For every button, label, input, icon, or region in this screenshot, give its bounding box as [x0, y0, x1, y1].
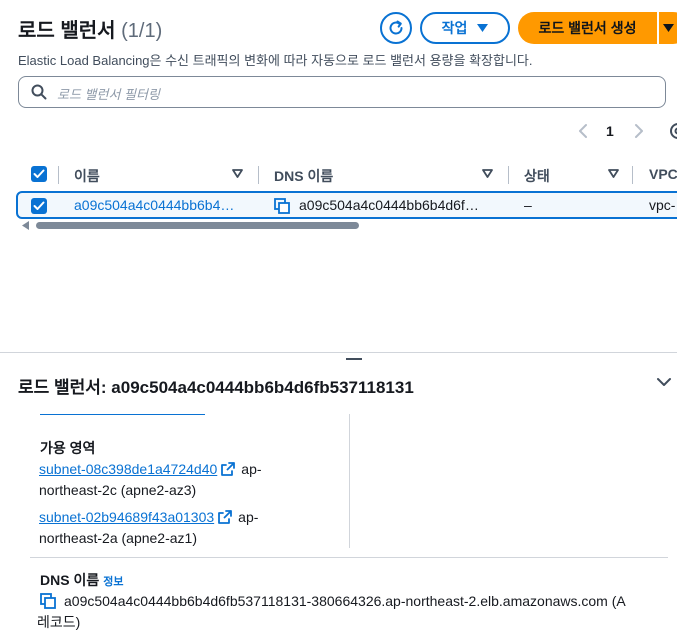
external-link-icon[interactable] [221, 462, 236, 476]
sort-icon[interactable] [482, 169, 493, 178]
create-load-balancer-button[interactable]: 로드 밸런서 생성 [518, 12, 657, 44]
selection-count: (1/1) [121, 20, 163, 42]
sort-icon[interactable] [608, 169, 619, 178]
subnet-item: subnet-08c398de1a4724d40 ap- [39, 461, 262, 477]
column-header-dns[interactable]: DNS 이름 [274, 166, 333, 186]
column-divider [349, 414, 350, 548]
subnet-az-line: northeast-2a (apne2-az1) [39, 530, 197, 546]
horizontal-scrollbar[interactable] [36, 222, 359, 229]
column-header-vpc[interactable]: VPC [649, 166, 677, 182]
check-icon [33, 169, 45, 178]
row-name-link[interactable]: a09c504a4c0444bb6b4… [74, 197, 234, 213]
subnet-az: ap- [238, 509, 259, 525]
copy-icon[interactable] [40, 593, 57, 610]
subnet-az-line: northeast-2c (apne2-az3) [39, 482, 197, 498]
row-status: – [524, 197, 532, 213]
az-label: 가용 영역 [40, 440, 96, 456]
table-header: 이름 DNS 이름 상태 VPC [18, 160, 677, 190]
current-page[interactable]: 1 [606, 123, 614, 139]
dns-value: a09c504a4c0444bb6b4d6fb537118131-3806643… [64, 593, 626, 609]
page-title: 로드 밸런서 (1/1) [18, 14, 162, 43]
actions-button[interactable]: 작업 [420, 12, 510, 44]
row-dns: a09c504a4c0444bb6b4d6f… [299, 197, 479, 213]
chevron-down-icon[interactable] [656, 376, 672, 388]
column-header-status[interactable]: 상태 [524, 166, 550, 186]
dns-value-line: 레코드) [37, 614, 81, 630]
clipped-link [40, 414, 205, 415]
dns-label-text: DNS 이름 [40, 572, 100, 588]
split-panel-resize-handle[interactable] [346, 358, 362, 360]
previous-page-icon[interactable] [576, 122, 590, 140]
sort-icon[interactable] [232, 169, 243, 178]
search-icon [31, 84, 47, 100]
row-vpc: vpc- [649, 197, 676, 213]
caret-down-icon [477, 24, 489, 32]
filter-placeholder: 로드 밸런서 필터링 [57, 87, 160, 102]
section-divider [30, 557, 668, 558]
copy-icon[interactable] [274, 198, 291, 215]
split-panel-divider [0, 352, 677, 353]
column-header-name[interactable]: 이름 [74, 166, 100, 186]
caret-down-icon [662, 24, 674, 32]
subnet-item: subnet-02b94689f43a01303 ap- [39, 509, 258, 525]
page-title-text: 로드 밸런서 [18, 20, 116, 42]
subnet-az: ap- [241, 461, 262, 477]
select-all-checkbox[interactable] [31, 166, 47, 182]
detail-title: 로드 밸런서: a09c504a4c0444bb6b4d6fb537118131 [18, 378, 414, 397]
refresh-button[interactable] [380, 12, 412, 44]
scroll-left-icon[interactable] [22, 221, 30, 230]
page-description: Elastic Load Balancing은 수신 트래픽의 변화에 따라 자… [18, 53, 533, 68]
external-link-icon[interactable] [218, 510, 233, 524]
refresh-icon [389, 20, 403, 35]
dns-label: DNS 이름 정보 [40, 570, 123, 590]
actions-button-label: 작업 [441, 20, 468, 36]
subnet-link[interactable]: subnet-08c398de1a4724d40 [39, 461, 217, 477]
filter-input[interactable]: 로드 밸런서 필터링 [18, 76, 666, 108]
info-link[interactable]: 정보 [103, 576, 123, 588]
create-dropdown-button[interactable] [659, 12, 677, 44]
row-checkbox[interactable] [31, 198, 47, 214]
check-icon [33, 201, 45, 210]
gear-icon[interactable] [668, 120, 677, 142]
next-page-icon[interactable] [632, 122, 646, 140]
subnet-link[interactable]: subnet-02b94689f43a01303 [39, 509, 214, 525]
